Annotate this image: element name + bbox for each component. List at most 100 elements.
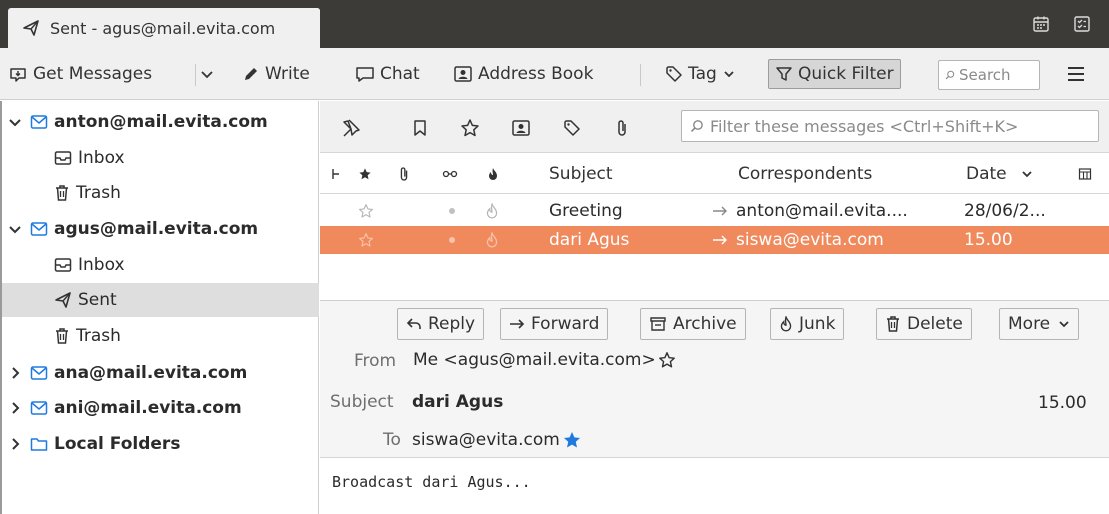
to-label: To: [383, 430, 401, 450]
address-book-icon: [454, 66, 472, 82]
thread-column-header: Subject Correspondents Date: [320, 154, 1109, 194]
message-body: Broadcast dari Agus...: [332, 473, 531, 491]
from-value[interactable]: Me <agus@mail.evita.com>: [413, 350, 676, 370]
search-input[interactable]: [959, 66, 1039, 84]
sticky-pin-icon[interactable]: [340, 117, 362, 139]
hamburger-menu-button[interactable]: [1064, 62, 1088, 86]
arrow-right-icon: [713, 235, 727, 245]
archive-button[interactable]: Archive: [640, 308, 746, 340]
date-column[interactable]: Date: [966, 154, 1033, 194]
tab-bar: Sent - agus@mail.evita.com: [0, 0, 1109, 48]
folder-agus-trash[interactable]: Trash: [2, 319, 319, 353]
chevron-down-icon[interactable]: [9, 115, 26, 129]
read-dot[interactable]: [448, 197, 456, 225]
unread-filter-icon[interactable]: [409, 117, 431, 139]
message-time: 15.00: [1038, 393, 1087, 413]
tasks-icon[interactable]: [1072, 14, 1092, 34]
message-correspondent: siswa@evita.com: [712, 226, 962, 254]
chat-bubble-icon: [356, 67, 374, 82]
column-picker-icon: [1078, 168, 1092, 180]
attachment-column[interactable]: [398, 154, 410, 194]
table-row-selected[interactable]: dari Agus siswa@evita.com 15.00: [320, 226, 1109, 254]
chevron-down-icon[interactable]: [9, 222, 26, 236]
junk-button[interactable]: Junk: [770, 308, 845, 340]
subject-label: Subject: [330, 392, 394, 412]
correspondents-column[interactable]: Correspondents: [738, 154, 872, 194]
folder-account-anton[interactable]: anton@mail.evita.com: [2, 105, 319, 139]
folder-agus-inbox[interactable]: Inbox: [2, 248, 319, 282]
chevron-down-icon: [724, 71, 734, 78]
folder-account-ani[interactable]: ani@mail.evita.com: [2, 391, 319, 425]
column-picker-button[interactable]: [1078, 154, 1092, 194]
address-book-button[interactable]: Address Book: [453, 59, 593, 89]
quick-filter-button[interactable]: Quick Filter: [768, 59, 901, 89]
reply-button[interactable]: Reply: [397, 308, 485, 340]
thread-column-toggle[interactable]: [330, 154, 342, 194]
mail-icon: [30, 115, 48, 129]
contact-filter-icon[interactable]: [510, 117, 532, 139]
star-outline-icon: [359, 233, 373, 247]
search-icon: [690, 120, 703, 133]
folder-icon: [30, 438, 48, 451]
read-dot[interactable]: [448, 226, 456, 254]
junk-status-column[interactable]: [487, 154, 499, 194]
table-row[interactable]: Greeting anton@mail.evita.... 28/06/2...: [320, 197, 1109, 225]
inbox-icon: [54, 258, 72, 272]
chevron-right-icon[interactable]: [10, 437, 26, 451]
tab-sent[interactable]: Sent - agus@mail.evita.com: [8, 8, 320, 48]
attachment-icon: [400, 167, 408, 181]
chevron-right-icon[interactable]: [10, 366, 26, 380]
flame-icon: [780, 316, 792, 332]
get-messages-dropdown[interactable]: [200, 59, 219, 89]
archive-icon: [650, 317, 666, 331]
forward-arrow-icon: [510, 319, 525, 329]
subject-column[interactable]: Subject: [549, 154, 613, 194]
filter-icon: [776, 67, 792, 81]
chevron-down-icon: [1059, 321, 1069, 328]
star-outline-icon: [359, 204, 373, 218]
read-status-column[interactable]: [442, 154, 458, 194]
filter-messages-input[interactable]: [709, 116, 1098, 136]
folder-anton-trash[interactable]: Trash: [2, 176, 319, 210]
chat-button[interactable]: Chat: [355, 59, 420, 89]
filter-messages-field[interactable]: [681, 110, 1099, 142]
quick-filter-bar: [320, 101, 1109, 153]
star-filled-icon[interactable]: [562, 430, 582, 450]
tab-title: Sent - agus@mail.evita.com: [50, 18, 276, 38]
flame-outline-icon: [486, 203, 498, 219]
junk-toggle[interactable]: [485, 226, 499, 254]
message-subject: Greeting: [549, 201, 623, 221]
write-button[interactable]: Write: [242, 59, 310, 89]
forward-button[interactable]: Forward: [500, 308, 609, 340]
folder-agus-sent[interactable]: Sent: [2, 283, 319, 317]
star-toggle[interactable]: [358, 226, 374, 254]
get-messages-button[interactable]: Get Messages: [8, 59, 152, 89]
tag-filter-icon[interactable]: [561, 117, 583, 139]
read-status-icon: [442, 170, 458, 178]
folder-account-ana[interactable]: ana@mail.evita.com: [2, 356, 319, 390]
to-value[interactable]: siswa@evita.com: [412, 430, 582, 450]
attachment-filter-icon[interactable]: [611, 117, 633, 139]
message-pane: Reply Forward Archive Junk Delete More F…: [320, 300, 1109, 514]
star-toggle[interactable]: [358, 197, 374, 225]
folder-pane: anton@mail.evita.com Inbox Trash agus@ma…: [0, 101, 319, 514]
folder-local-folders[interactable]: Local Folders: [2, 427, 319, 461]
chevron-down-icon: [1022, 171, 1032, 178]
message-date: 28/06/2...: [964, 201, 1046, 221]
tag-button[interactable]: Tag: [665, 59, 740, 89]
arrow-right-icon: [713, 206, 727, 216]
download-mail-icon: [10, 68, 26, 82]
calendar-icon[interactable]: [1031, 14, 1051, 34]
star-outline-icon[interactable]: [658, 351, 676, 369]
trash-icon: [56, 328, 68, 344]
star-filter-icon[interactable]: [459, 117, 481, 139]
search-field[interactable]: [938, 60, 1040, 90]
more-button[interactable]: More: [999, 308, 1080, 340]
dot-icon: [449, 237, 455, 243]
chevron-right-icon[interactable]: [10, 401, 26, 415]
folder-account-agus[interactable]: agus@mail.evita.com: [2, 212, 319, 246]
starred-column[interactable]: [358, 154, 372, 194]
folder-anton-inbox[interactable]: Inbox: [2, 141, 319, 175]
junk-toggle[interactable]: [485, 197, 499, 225]
delete-button[interactable]: Delete: [876, 308, 972, 340]
